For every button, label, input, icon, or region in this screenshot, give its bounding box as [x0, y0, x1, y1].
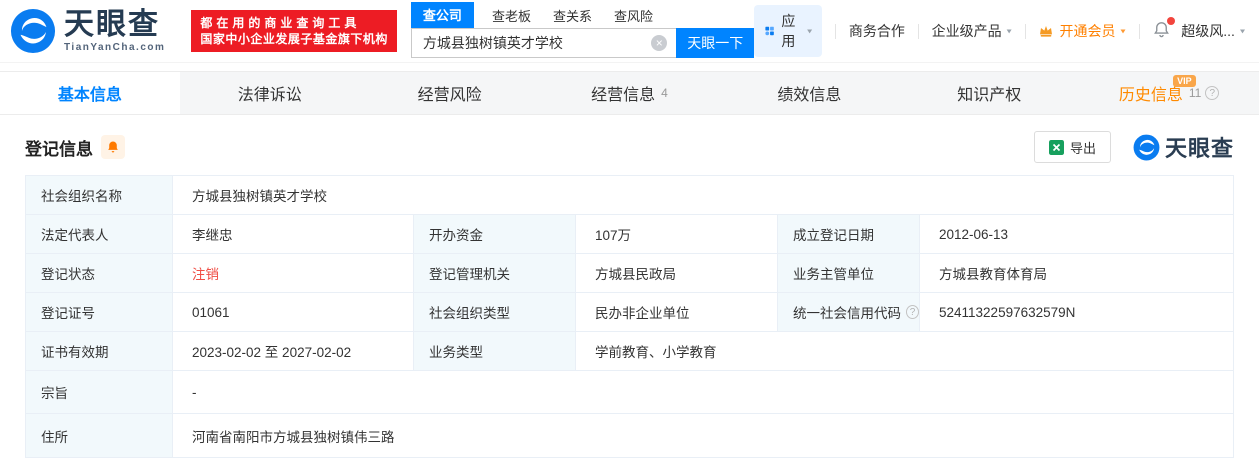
- promo-badge: 都在用的商业查询工具 国家中小企业发展子基金旗下机构: [191, 10, 397, 52]
- watermark-logo: 天眼查: [1133, 131, 1234, 163]
- nav-open-membership[interactable]: 开通会员 ▾: [1038, 21, 1126, 41]
- apps-menu[interactable]: 应用 ▾: [754, 5, 823, 57]
- nav-divider: [1138, 23, 1140, 39]
- table-label-text: 统一社会信用代码: [793, 306, 901, 321]
- section-title: 登记信息: [25, 139, 93, 159]
- help-icon[interactable]: ?: [1205, 86, 1220, 100]
- search-tab-risk[interactable]: 查风险: [614, 6, 653, 28]
- logo-swirl-icon: [1133, 134, 1160, 160]
- user-label: 超级风...: [1181, 23, 1235, 39]
- search-area: 查公司 查老板 查关系 查风险 × 天眼一下: [410, 1, 755, 58]
- tab-history-info[interactable]: VIP 历史信息 11 ?: [1079, 72, 1259, 114]
- tianyancha-logo[interactable]: 天眼查 TianYanCha.com: [10, 8, 165, 54]
- logo-domain: TianYanCha.com: [64, 41, 166, 53]
- table-label: 宗旨: [26, 371, 173, 414]
- table-label: 登记证号: [26, 293, 173, 332]
- nav-enterprise-products[interactable]: 企业级产品 ▾: [932, 21, 1012, 41]
- search-button[interactable]: 天眼一下: [676, 27, 755, 58]
- tab-label: 经营信息: [591, 87, 656, 104]
- nav-user-menu[interactable]: 超级风... ▾: [1181, 21, 1245, 41]
- table-label: 证书有效期: [26, 332, 173, 371]
- header-nav: 应用 ▾ 商务合作 企业级产品 ▾ 开通会员 ▾ 超级风... ▾: [754, 5, 1245, 57]
- apps-grid-icon: [765, 26, 775, 36]
- nav-cooperation[interactable]: 商务合作: [849, 21, 905, 41]
- subscribe-bell-button[interactable]: [101, 135, 125, 159]
- bell-icon: [108, 141, 118, 153]
- tab-business-info[interactable]: 经营信息 4: [540, 72, 720, 114]
- nav-divider: [917, 23, 919, 39]
- table-label: 住所: [26, 414, 173, 457]
- registration-section-header: 登记信息 导出 天眼查: [25, 131, 1234, 163]
- crown-icon: [1040, 26, 1053, 37]
- promo-line2: 国家中小企业发展子基金旗下机构: [200, 32, 388, 46]
- nav-divider: [835, 23, 836, 39]
- tab-count: 4: [661, 86, 668, 100]
- table-value: 2012-06-13: [920, 215, 1233, 254]
- registration-table: 社会组织名称 方城县独树镇英才学校 法定代表人 李继忠 开办资金 107万 成立…: [25, 175, 1234, 458]
- tab-label: 绩效信息: [777, 87, 842, 104]
- tab-legal-proceedings[interactable]: 法律诉讼: [180, 72, 360, 114]
- search-tab-boss[interactable]: 查老板: [492, 6, 531, 28]
- chevron-down-icon: ▾: [1120, 26, 1126, 36]
- tab-operational-risk[interactable]: 经营风险: [360, 72, 540, 114]
- table-value: -: [173, 371, 1233, 414]
- top-header: 天眼查 TianYanCha.com 都在用的商业查询工具 国家中小企业发展子基…: [0, 0, 1259, 63]
- table-value: 01061: [173, 293, 414, 332]
- table-value: 民办非企业单位: [576, 293, 778, 332]
- table-label: 统一社会信用代码 ?: [778, 293, 920, 332]
- table-value: 学前教育、小学教育: [576, 332, 1233, 371]
- tab-label: 基本信息: [57, 87, 122, 104]
- table-value: 52411322597632579N: [920, 293, 1233, 332]
- table-value: 2023-02-02 至 2027-02-02: [173, 332, 414, 371]
- cooperation-label: 商务合作: [848, 23, 905, 39]
- apps-label: 应用: [781, 13, 796, 49]
- table-label: 成立登记日期: [778, 215, 920, 254]
- export-button[interactable]: 导出: [1033, 131, 1111, 163]
- tab-label: 知识产权: [957, 87, 1022, 104]
- membership-label: 开通会员: [1059, 23, 1116, 39]
- tab-label: 经营风险: [417, 87, 482, 104]
- search-tab-company[interactable]: 查公司: [410, 1, 474, 28]
- tab-intellectual-property[interactable]: 知识产权: [899, 72, 1079, 114]
- clear-icon[interactable]: ×: [651, 34, 668, 51]
- table-value: 107万: [576, 215, 778, 254]
- table-label: 社会组织名称: [26, 176, 173, 215]
- tab-count: 11: [1188, 86, 1202, 100]
- table-label: 法定代表人: [26, 215, 173, 254]
- chevron-down-icon: ▾: [1006, 26, 1012, 36]
- chevron-down-icon: ▾: [807, 26, 813, 36]
- notification-dot: [1167, 17, 1176, 25]
- table-value: 方城县民政局: [576, 254, 778, 293]
- logo-name: 天眼查: [64, 7, 160, 41]
- help-icon[interactable]: ?: [906, 305, 919, 319]
- table-value: 方城县教育体育局: [920, 254, 1233, 293]
- vip-badge: VIP: [1173, 75, 1196, 87]
- table-value: 方城县独树镇英才学校: [173, 176, 1233, 215]
- tab-basic-info[interactable]: 基本信息: [0, 72, 180, 114]
- promo-line1: 都在用的商业查询工具: [200, 16, 361, 30]
- export-label: 导出: [1069, 140, 1096, 156]
- table-label: 业务主管单位: [778, 254, 920, 293]
- search-tab-relation[interactable]: 查关系: [553, 6, 592, 28]
- chevron-down-icon: ▾: [1239, 26, 1245, 36]
- notifications-bell[interactable]: [1152, 17, 1176, 42]
- tab-label: 法律诉讼: [237, 87, 302, 104]
- status-badge: 注销: [173, 254, 414, 293]
- table-value: 李继忠: [173, 215, 414, 254]
- watermark-text: 天眼查: [1164, 136, 1234, 161]
- table-label: 登记管理机关: [414, 254, 576, 293]
- logo-swirl-icon: [10, 8, 56, 54]
- tab-performance-info[interactable]: 绩效信息: [719, 72, 899, 114]
- table-label: 社会组织类型: [414, 293, 576, 332]
- nav-divider: [1024, 23, 1026, 39]
- search-tabs: 查公司 查老板 查关系 查风险: [410, 1, 754, 28]
- table-label: 登记状态: [26, 254, 173, 293]
- search-input[interactable]: [410, 27, 677, 58]
- enterprise-label: 企业级产品: [931, 23, 1002, 39]
- excel-icon: [1048, 139, 1064, 155]
- company-tabbar: 基本信息 法律诉讼 经营风险 经营信息 4 绩效信息 知识产权 VIP 历史信息…: [0, 71, 1259, 115]
- table-label: 开办资金: [414, 215, 576, 254]
- table-label: 业务类型: [414, 332, 576, 371]
- table-value: 河南省南阳市方城县独树镇伟三路: [173, 414, 1233, 457]
